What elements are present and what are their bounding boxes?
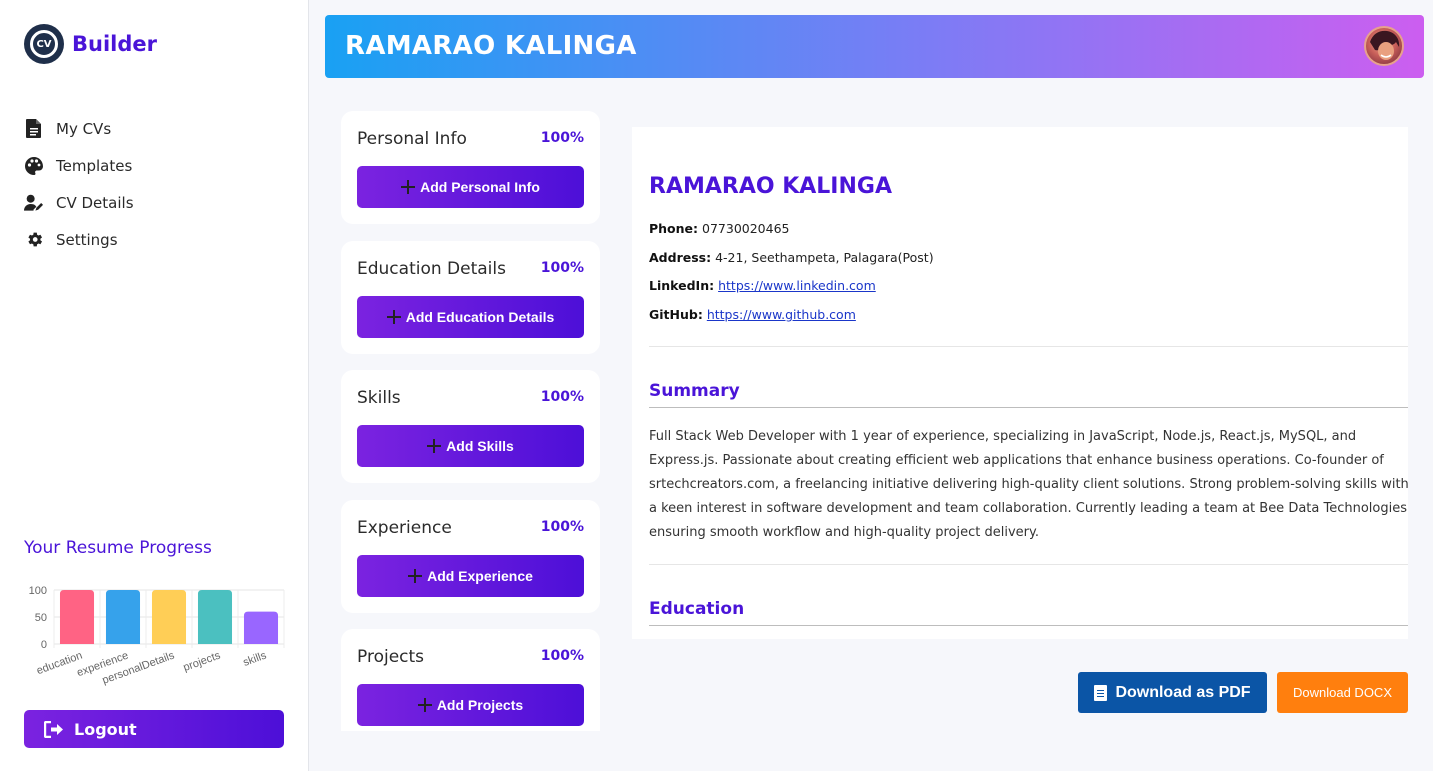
linkedin-link[interactable]: https://www.linkedin.com (718, 278, 876, 293)
card-percent: 100% (540, 519, 584, 535)
sidebar: CV Builder My CVs Templates CV Details S… (0, 0, 309, 771)
sidebar-item-label: CV Details (56, 193, 134, 212)
cv-phone: Phone: 07730020465 (649, 221, 790, 236)
bar (197, 590, 233, 644)
sidebar-item-label: My CVs (56, 119, 112, 138)
sidebar-item-settings[interactable]: Settings (24, 221, 134, 258)
sidebar-item-label: Templates (56, 156, 133, 175)
add-personal-info-button[interactable]: Add Personal Info (357, 166, 584, 208)
bar (243, 611, 279, 644)
divider (649, 346, 1408, 347)
file-icon (24, 119, 44, 139)
phone-value: 07730020465 (702, 221, 790, 236)
github-link[interactable]: https://www.github.com (707, 307, 856, 322)
cv-linkedin: LinkedIn: https://www.linkedin.com (649, 278, 876, 293)
bar (59, 590, 95, 644)
plus-icon (408, 569, 423, 583)
divider (649, 564, 1408, 565)
button-label: Add Education Details (405, 309, 555, 325)
card-title: Skills (357, 388, 401, 408)
github-label: GitHub: (649, 307, 703, 322)
download-pdf-label: Download as PDF (1115, 683, 1251, 701)
add-skills-button[interactable]: Add Skills (357, 425, 584, 467)
card-skills: Skills 100% Add Skills (341, 370, 600, 483)
add-education-details-button[interactable]: Add Education Details (357, 296, 584, 338)
card-title: Education Details (357, 259, 506, 279)
bar (105, 590, 141, 644)
card-experience: Experience 100% Add Experience (341, 500, 600, 613)
gear-icon (24, 230, 44, 250)
user-edit-icon (24, 193, 44, 213)
brand-logo[interactable]: CV Builder (24, 24, 157, 64)
card-personal-info: Personal Info 100% Add Personal Info (341, 111, 600, 224)
profile-photo-icon (1370, 30, 1400, 60)
add-experience-button[interactable]: Add Experience (357, 555, 584, 597)
download-pdf-button[interactable]: Download as PDF (1078, 672, 1267, 713)
plus-icon (417, 698, 432, 712)
logout-icon (44, 720, 63, 738)
section-rule (649, 407, 1408, 408)
sidebar-item-my-cvs[interactable]: My CVs (24, 110, 134, 147)
section-cards: Personal Info 100% Add Personal Info Edu… (341, 111, 600, 731)
cv-address: Address: 4-21, Seethampeta, Palagara(Pos… (649, 250, 934, 265)
logout-button[interactable]: Logout (24, 710, 284, 748)
plus-icon (386, 310, 401, 324)
button-label: Add Projects (436, 697, 524, 713)
sidebar-item-cv-details[interactable]: CV Details (24, 184, 134, 221)
brand-name: Builder (72, 32, 157, 56)
linkedin-label: LinkedIn: (649, 278, 715, 293)
button-label: Add Personal Info (420, 179, 540, 195)
progress-title: Your Resume Progress (24, 538, 212, 558)
logo-mark: CV (30, 30, 58, 58)
cv-name: RAMARAO KALINGA (649, 174, 892, 199)
resume-progress-chart: 050100educationexperiencepersonalDetails… (29, 585, 285, 687)
card-percent: 100% (540, 648, 584, 664)
x-tick-label: skills (242, 649, 269, 669)
y-tick-label: 0 (41, 639, 47, 651)
address-value: 4-21, Seethampeta, Palagara(Post) (715, 250, 934, 265)
bar (151, 590, 187, 644)
card-percent: 100% (540, 389, 584, 405)
sidebar-nav: My CVs Templates CV Details Settings (24, 110, 134, 258)
avatar[interactable] (1364, 26, 1404, 66)
add-projects-button[interactable]: Add Projects (357, 684, 584, 726)
button-label: Add Skills (446, 438, 514, 454)
y-tick-label: 100 (29, 585, 47, 597)
card-title: Projects (357, 647, 425, 667)
address-label: Address: (649, 250, 712, 265)
y-tick-label: 50 (35, 612, 47, 624)
section-rule (649, 625, 1408, 626)
download-docx-button[interactable]: Download DOCX (1277, 672, 1408, 713)
cv-logo-icon: CV (24, 24, 64, 64)
document-icon (1094, 684, 1108, 701)
sidebar-item-templates[interactable]: Templates (24, 147, 134, 184)
sidebar-item-label: Settings (56, 230, 118, 249)
plus-icon (401, 180, 416, 194)
phone-label: Phone: (649, 221, 699, 236)
card-title: Experience (357, 518, 452, 538)
education-heading: Education (649, 599, 745, 619)
summary-text: Full Stack Web Developer with 1 year of … (649, 429, 1408, 540)
palette-icon (24, 156, 44, 176)
card-percent: 100% (540, 130, 584, 146)
card-projects: Projects 100% Add Projects (341, 629, 600, 731)
card-title: Personal Info (357, 129, 467, 149)
plus-icon (427, 439, 442, 453)
page-title: RAMARAO KALINGA (345, 31, 637, 61)
page-header: RAMARAO KALINGA (325, 15, 1424, 78)
button-label: Add Experience (427, 568, 533, 584)
card-percent: 100% (540, 260, 584, 276)
card-education-details: Education Details 100% Add Education Det… (341, 241, 600, 354)
x-tick-label: projects (182, 649, 223, 674)
logout-label: Logout (74, 719, 137, 739)
cv-github: GitHub: https://www.github.com (649, 307, 856, 322)
summary-heading: Summary (649, 381, 740, 401)
cv-preview[interactable]: RAMARAO KALINGA Phone: 07730020465 Addre… (632, 127, 1408, 639)
download-docx-label: Download DOCX (1293, 685, 1392, 700)
